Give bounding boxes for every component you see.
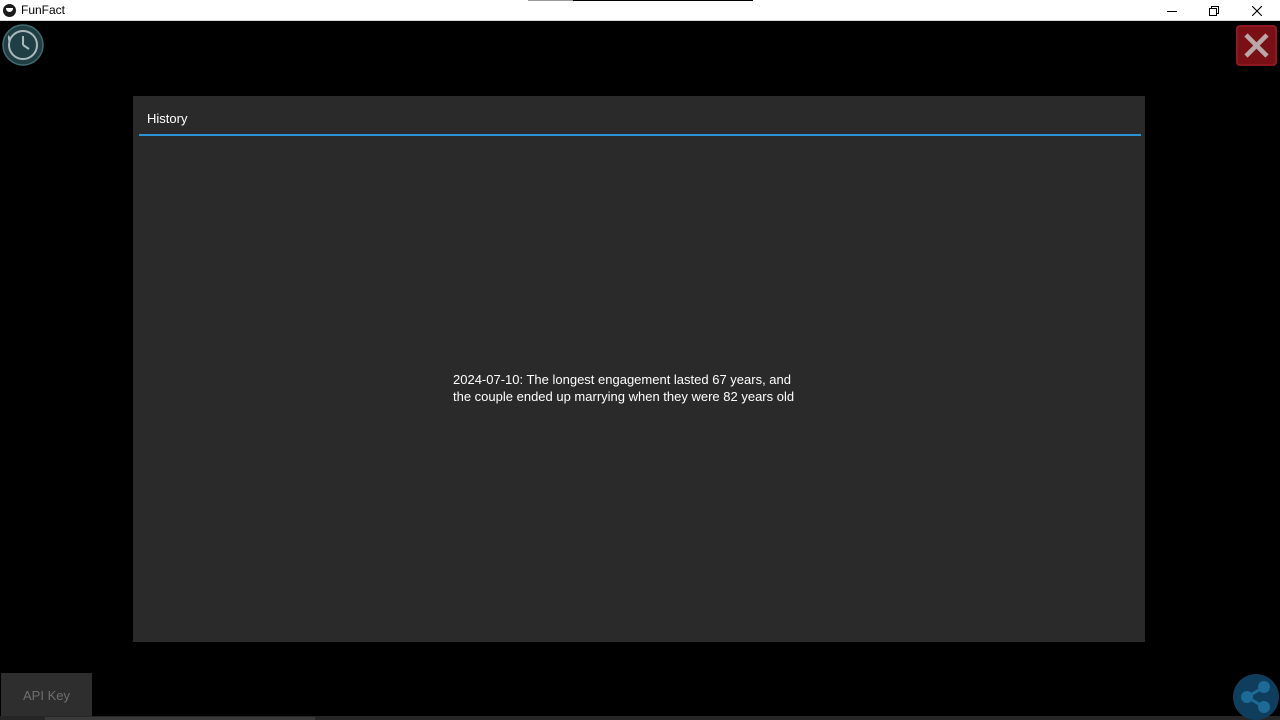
- history-button[interactable]: [2, 24, 44, 66]
- window-title: FunFact: [21, 3, 66, 17]
- restore-button[interactable]: [1192, 0, 1236, 21]
- dialog-title: History: [147, 111, 188, 126]
- minimize-button[interactable]: [1150, 0, 1194, 21]
- history-entry: 2024-07-10: The longest engagement laste…: [453, 372, 795, 404]
- window-titlebar: FunFact: [0, 0, 1280, 21]
- dialog-title-separator: [139, 134, 1141, 136]
- window-close-button[interactable]: [1235, 0, 1279, 21]
- minimize-icon: [1167, 10, 1177, 12]
- close-button[interactable]: [1236, 25, 1277, 66]
- history-dialog: History 2024-07-10: The longest engageme…: [133, 96, 1145, 642]
- clock-history-icon: [2, 24, 44, 66]
- titlebar-indicator-active: [573, 0, 753, 1]
- window-close-icon: [1252, 5, 1262, 16]
- restore-icon: [1209, 5, 1219, 16]
- titlebar-indicator: [528, 0, 573, 1]
- api-key-button[interactable]: API Key: [1, 673, 92, 718]
- share-button[interactable]: [1233, 674, 1279, 720]
- close-x-icon: [1236, 25, 1277, 66]
- app-icon: [3, 4, 16, 17]
- share-icon: [1241, 681, 1270, 713]
